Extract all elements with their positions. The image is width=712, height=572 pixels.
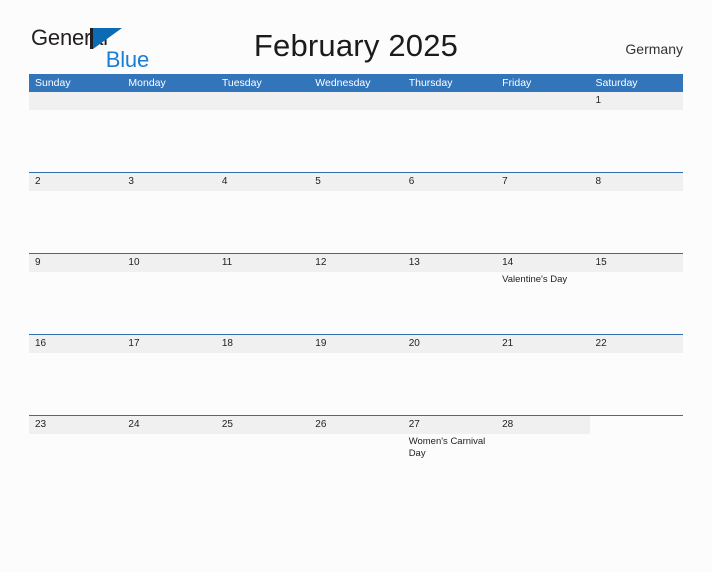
holiday-event-label: Valentine's Day xyxy=(502,274,568,285)
day-number: 6 xyxy=(408,176,415,187)
page-header: General Blue February 2025 Germany xyxy=(29,22,683,74)
calendar-day-cell[interactable]: 13 xyxy=(402,254,497,334)
calendar-day-cell[interactable]: 26 xyxy=(309,416,403,496)
day-number: 19 xyxy=(315,338,327,349)
day-number: 13 xyxy=(408,257,420,268)
day-number: 10 xyxy=(128,257,140,268)
calendar-day-cell[interactable]: 14 Valentine's Day xyxy=(496,254,590,334)
calendar-day-cell[interactable]: 23 xyxy=(29,416,123,496)
weekday-header-saturday: Saturday xyxy=(595,77,638,89)
weekday-header-friday: Friday xyxy=(502,77,532,89)
day-number: 3 xyxy=(128,176,134,187)
calendar-day-cell[interactable]: 20 xyxy=(402,335,497,415)
calendar-week-row: 2 3 4 5 6 7 8 xyxy=(29,172,683,253)
day-number xyxy=(315,92,402,110)
calendar-day-cell[interactable]: 10 xyxy=(122,254,216,334)
calendar-day-cell[interactable]: 1 xyxy=(589,92,683,172)
calendar-day-cell[interactable]: 6 xyxy=(402,173,497,253)
calendar-day-cell[interactable]: 19 xyxy=(309,335,403,415)
day-number: 16 xyxy=(35,338,47,349)
calendar-day-cell-empty xyxy=(122,92,216,172)
weekday-header-tuesday: Tuesday xyxy=(221,77,262,89)
weekday-header-thursday: Thursday xyxy=(408,77,453,89)
calendar-day-cell[interactable]: 16 xyxy=(29,335,123,415)
calendar-week-row: 1 xyxy=(29,92,683,172)
calendar-day-cell[interactable]: 17 xyxy=(122,335,216,415)
page-title: February 2025 xyxy=(253,28,459,63)
weekday-header-wednesday: Wednesday xyxy=(315,77,371,89)
day-number: 8 xyxy=(595,176,602,187)
calendar-day-cell[interactable]: 18 xyxy=(215,335,310,415)
calendar-body: 1 2 3 4 5 6 7 8 9 10 11 12 13 14 Valentine's Day 15 16 17… xyxy=(29,92,683,496)
calendar-day-cell[interactable]: 7 xyxy=(496,173,590,253)
day-number xyxy=(128,92,215,110)
day-number: 7 xyxy=(502,176,508,187)
country-label: Germany xyxy=(625,41,683,57)
day-number: 1 xyxy=(595,95,602,106)
calendar-day-cell-empty xyxy=(29,92,123,172)
calendar-day-cell[interactable]: 5 xyxy=(309,173,403,253)
calendar-week-row: 9 10 11 12 13 14 Valentine's Day 15 xyxy=(29,253,683,334)
day-number: 27 xyxy=(408,419,420,430)
calendar-day-cell[interactable]: 9 xyxy=(29,254,123,334)
day-events: Women's Carnival Day xyxy=(409,434,496,459)
day-number: 12 xyxy=(315,257,327,268)
weekday-header-monday: Monday xyxy=(128,77,166,89)
day-number: 9 xyxy=(35,257,41,268)
day-number: 15 xyxy=(595,257,607,268)
calendar-day-cell-empty xyxy=(309,92,403,172)
day-number xyxy=(222,92,309,110)
day-number xyxy=(35,92,122,110)
day-number: 26 xyxy=(315,419,327,430)
calendar-day-cell[interactable]: 21 xyxy=(496,335,590,415)
day-events: Valentine's Day xyxy=(502,272,589,286)
day-number: 5 xyxy=(315,176,321,187)
calendar-week-row: 16 17 18 19 20 21 22 xyxy=(29,334,683,415)
day-number: 21 xyxy=(502,338,514,349)
calendar-day-cell[interactable]: 4 xyxy=(215,173,310,253)
day-number xyxy=(502,92,589,110)
calendar-day-cell[interactable]: 8 xyxy=(589,173,683,253)
day-number: 22 xyxy=(595,338,607,349)
calendar-day-cell-empty xyxy=(402,92,497,172)
day-number: 20 xyxy=(408,338,420,349)
calendar-day-cell[interactable]: 2 xyxy=(29,173,123,253)
calendar-week-row: 23 24 25 26 27 Women's Carnival Day 28 xyxy=(29,415,683,496)
calendar-day-cell[interactable]: 12 xyxy=(309,254,403,334)
calendar-day-cell-empty xyxy=(215,92,310,172)
day-number: 17 xyxy=(128,338,140,349)
day-number: 14 xyxy=(502,257,514,268)
calendar-day-cell[interactable]: 25 xyxy=(215,416,310,496)
calendar-day-cell[interactable]: 28 xyxy=(496,416,590,496)
day-number: 23 xyxy=(35,419,47,430)
weekday-header-sunday: Sunday xyxy=(35,77,71,89)
weekday-header-row: Sunday Monday Tuesday Wednesday Thursday Frid… xyxy=(29,74,683,92)
day-number: 4 xyxy=(221,176,228,187)
calendar-page: General Blue February 2025 Germany Sunda… xyxy=(0,22,712,572)
calendar-day-cell-empty xyxy=(496,92,590,172)
calendar-grid: Sunday Monday Tuesday Wednesday Thursday Frid… xyxy=(29,74,683,496)
day-number: 24 xyxy=(128,419,140,430)
day-number xyxy=(596,416,683,434)
day-number: 25 xyxy=(221,419,233,430)
calendar-day-cell[interactable]: 11 xyxy=(215,254,310,334)
calendar-day-cell[interactable]: 3 xyxy=(122,173,216,253)
calendar-day-cell[interactable]: 15 xyxy=(589,254,683,334)
day-number xyxy=(409,92,496,110)
day-number: 28 xyxy=(502,419,514,430)
day-number: 2 xyxy=(35,176,41,187)
calendar-day-cell[interactable]: 22 xyxy=(589,335,683,415)
calendar-day-cell[interactable]: 27 Women's Carnival Day xyxy=(402,416,497,496)
calendar-day-cell-empty xyxy=(590,416,683,496)
day-number: 11 xyxy=(221,257,233,268)
calendar-day-cell[interactable]: 24 xyxy=(122,416,216,496)
holiday-event-label: Women's Carnival Day xyxy=(408,436,486,459)
day-number: 18 xyxy=(221,338,233,349)
